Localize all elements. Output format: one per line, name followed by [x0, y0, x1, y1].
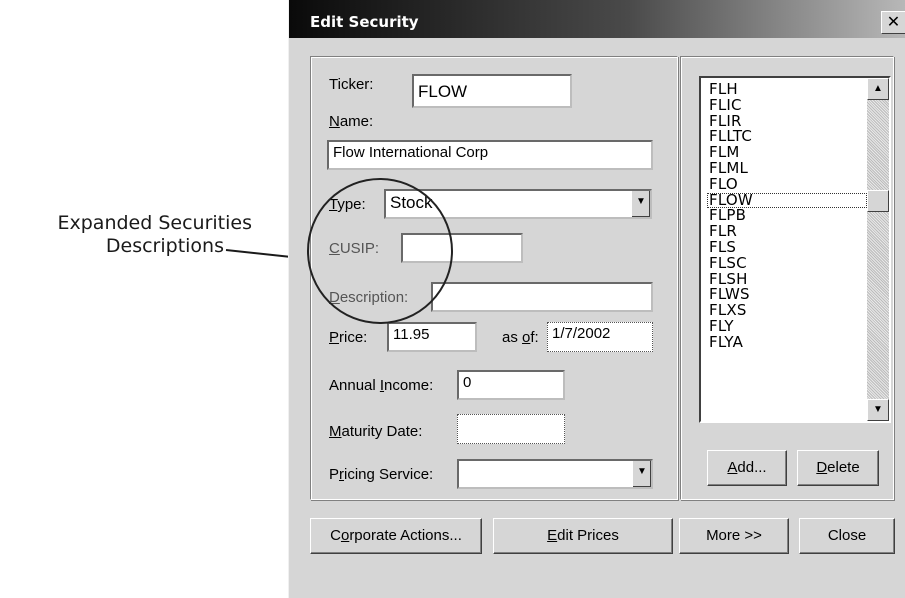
- name-label: Name:: [329, 113, 374, 130]
- price-input[interactable]: 11.95: [387, 322, 477, 352]
- securities-list: FLH FLIC FLIR FLLTC FLM FLML FLO FLOW FLPB FLR FLS…: [707, 81, 867, 351]
- maturity-date-input[interactable]: [457, 414, 565, 444]
- more-button[interactable]: More >>: [679, 518, 789, 554]
- pricing-service-select[interactable]: ▼: [457, 459, 653, 489]
- listbox-scrollbar[interactable]: ▲ ▼: [867, 78, 889, 421]
- pricing-service-label: Pricing Service:: [329, 466, 434, 483]
- as-of-date-input[interactable]: 1/7/2002: [547, 322, 653, 352]
- annual-income-input[interactable]: 0: [457, 370, 565, 400]
- edit-security-dialog: Edit Security ✕ Ticker: FLOW Name: Flow …: [288, 0, 905, 598]
- dialog-title: Edit Security: [310, 13, 419, 31]
- callout-line-1: Expanded Securities: [57, 212, 253, 234]
- close-icon[interactable]: ✕: [881, 11, 905, 34]
- scroll-thumb[interactable]: [867, 190, 889, 212]
- type-label: Type:: [329, 196, 366, 213]
- securities-listbox[interactable]: FLH FLIC FLIR FLLTC FLM FLML FLO FLOW FLPB FLR FLS…: [699, 76, 891, 423]
- as-of-label: as of:: [502, 329, 539, 346]
- description-label: Description:: [329, 289, 409, 306]
- description-input[interactable]: [431, 282, 653, 312]
- callout-text: Expanded Securities Descriptions: [0, 212, 253, 258]
- cusip-input[interactable]: [401, 233, 523, 263]
- corporate-actions-button[interactable]: Corporate Actions...: [310, 518, 482, 554]
- chevron-down-icon[interactable]: ▼: [632, 461, 651, 487]
- scroll-down-icon[interactable]: ▼: [867, 399, 889, 421]
- chevron-down-icon[interactable]: ▼: [631, 191, 650, 217]
- delete-button[interactable]: Delete: [797, 450, 879, 486]
- price-label: Price:: [329, 329, 368, 346]
- close-button[interactable]: Close: [799, 518, 895, 554]
- scroll-up-icon[interactable]: ▲: [867, 78, 889, 100]
- cusip-label: CUSIP:: [329, 240, 380, 257]
- title-bar[interactable]: Edit Security ✕: [289, 0, 905, 38]
- type-select[interactable]: Stock ▼: [384, 189, 652, 219]
- name-input[interactable]: Flow International Corp: [327, 140, 653, 170]
- maturity-date-label: Maturity Date:: [329, 423, 423, 440]
- ticker-input[interactable]: FLOW: [412, 74, 572, 108]
- ticker-label: Ticker:: [329, 76, 374, 93]
- list-item[interactable]: FLYA: [707, 334, 867, 351]
- add-button[interactable]: Add...: [707, 450, 787, 486]
- annual-income-label: Annual Income:: [329, 377, 434, 394]
- callout-line-2: Descriptions: [105, 235, 224, 257]
- edit-prices-button[interactable]: Edit Prices: [493, 518, 673, 554]
- type-select-value: Stock: [390, 193, 433, 212]
